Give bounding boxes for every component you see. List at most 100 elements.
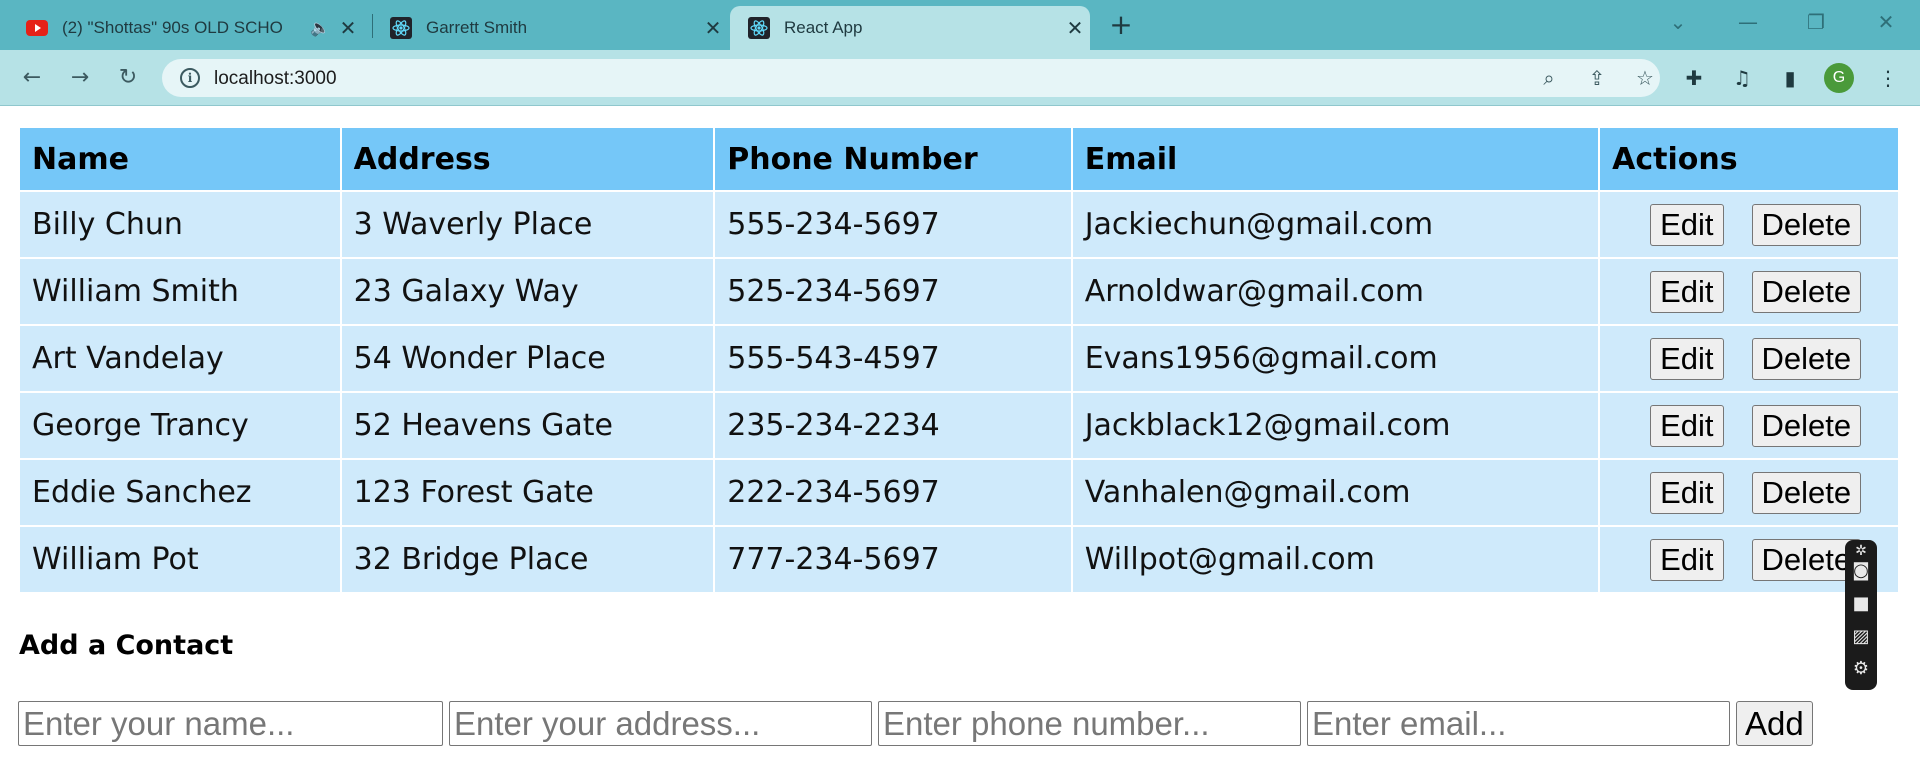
close-window-button[interactable]: ✕ (1858, 4, 1914, 40)
reload-icon[interactable]: ↻ (110, 60, 146, 96)
page-content: Name Address Phone Number Email Actions … (0, 107, 1920, 761)
table-header-row: Name Address Phone Number Email Actions (18, 126, 1900, 192)
table-row: Eddie Sanchez 123 Forest Gate 222-234-56… (18, 458, 1900, 527)
profile-avatar[interactable]: G (1824, 63, 1854, 93)
menu-icon[interactable]: ⋮ (1872, 62, 1904, 94)
header-actions: Actions (1598, 126, 1900, 192)
cell-email: Arnoldwar@gmail.com (1070, 257, 1601, 326)
side-panel-icon[interactable]: ▮ (1774, 62, 1806, 94)
tab-title: Garrett Smith (426, 18, 528, 37)
close-tab-icon[interactable]: ✕ (698, 16, 728, 41)
cell-email: Evans1956@gmail.com (1070, 324, 1601, 393)
cell-phone: 235-234-2234 (713, 391, 1073, 460)
cell-actions: Edit Delete (1598, 458, 1900, 527)
cell-address: 23 Galaxy Way (339, 257, 716, 326)
delete-button[interactable]: Delete (1751, 404, 1862, 447)
speaker-icon[interactable]: 🔈 (307, 18, 333, 38)
add-contact-heading: Add a Contact (19, 630, 234, 661)
tab-title: (2) "Shottas" 90s OLD SCHO (62, 18, 283, 37)
camera-icon[interactable]: ◙ (1845, 560, 1877, 582)
table-row: Art Vandelay 54 Wonder Place 555-543-459… (18, 324, 1900, 393)
cell-name: Billy Chun (18, 190, 342, 259)
close-tab-icon[interactable]: ✕ (333, 16, 363, 41)
capture-widget: ✲ ◙ ■ ▨ ⚙ (1845, 540, 1877, 690)
cell-address: 54 Wonder Place (339, 324, 716, 393)
header-address: Address (339, 126, 716, 192)
cell-actions: Edit Delete (1598, 257, 1900, 326)
table-row: Billy Chun 3 Waverly Place 555-234-5697 … (18, 190, 1900, 259)
header-name: Name (18, 126, 342, 192)
settings-gear-icon[interactable]: ✲ (1845, 540, 1877, 562)
cell-address: 32 Bridge Place (339, 525, 716, 594)
tab-react-app[interactable]: React App ✕ (730, 6, 1090, 50)
header-email: Email (1070, 126, 1601, 192)
add-contact-form: Add (18, 701, 1813, 746)
cell-phone: 525-234-5697 (713, 257, 1073, 326)
zoom-icon[interactable]: ⌕ (1534, 63, 1564, 93)
cell-actions: Edit Delete (1598, 190, 1900, 259)
cell-email: Vanhalen@gmail.com (1070, 458, 1601, 527)
cell-actions: Edit Delete (1598, 324, 1900, 393)
phone-input[interactable] (878, 701, 1301, 746)
cell-phone: 555-234-5697 (713, 190, 1073, 259)
media-control-icon[interactable]: ♫ (1726, 62, 1758, 94)
react-icon (390, 17, 412, 39)
edit-button[interactable]: Edit (1650, 404, 1724, 447)
cell-address: 123 Forest Gate (339, 458, 716, 527)
table-row: William Pot 32 Bridge Place 777-234-5697… (18, 525, 1900, 594)
delete-button[interactable]: Delete (1751, 471, 1862, 514)
new-tab-button[interactable]: + (1106, 8, 1136, 42)
table-row: William Smith 23 Galaxy Way 525-234-5697… (18, 257, 1900, 326)
restore-button[interactable]: ❐ (1788, 4, 1844, 40)
tab-garrett-smith[interactable]: Garrett Smith ✕ (372, 6, 728, 50)
cell-phone: 777-234-5697 (713, 525, 1073, 594)
contacts-table: Name Address Phone Number Email Actions … (18, 126, 1900, 594)
share-icon[interactable]: ⇪ (1582, 63, 1612, 93)
cell-name: Art Vandelay (18, 324, 342, 393)
table-row: George Trancy 52 Heavens Gate 235-234-22… (18, 391, 1900, 460)
gear-icon[interactable]: ⚙ (1845, 658, 1877, 680)
address-bar[interactable]: i localhost:3000 ⌕ ⇪ ☆ (162, 59, 1660, 97)
edit-button[interactable]: Edit (1650, 270, 1724, 313)
cell-phone: 555-543-4597 (713, 324, 1073, 393)
header-phone: Phone Number (713, 126, 1073, 192)
cell-email: Jackblack12@gmail.com (1070, 391, 1601, 460)
minimize-button[interactable]: — (1720, 4, 1776, 40)
edit-button[interactable]: Edit (1650, 337, 1724, 380)
email-input[interactable] (1307, 701, 1730, 746)
url-text[interactable]: localhost:3000 (214, 68, 337, 90)
cell-name: George Trancy (18, 391, 342, 460)
browser-toolbar: ← → ↻ i localhost:3000 ⌕ ⇪ ☆ ✚ ♫ ▮ ⋮ (0, 50, 1920, 106)
cell-email: Willpot@gmail.com (1070, 525, 1601, 594)
react-icon (748, 17, 770, 39)
tab-youtube[interactable]: (2) "Shottas" 90s OLD SCHO 🔈 ✕ (8, 6, 368, 50)
site-info-icon[interactable]: i (180, 68, 200, 88)
cell-address: 52 Heavens Gate (339, 391, 716, 460)
cell-email: Jackiechun@gmail.com (1070, 190, 1601, 259)
cell-name: Eddie Sanchez (18, 458, 342, 527)
bookmark-star-icon[interactable]: ☆ (1630, 63, 1660, 93)
cell-actions: Edit Delete (1598, 391, 1900, 460)
cell-name: William Smith (18, 257, 342, 326)
edit-button[interactable]: Edit (1650, 471, 1724, 514)
image-gallery-icon[interactable]: ▨ (1845, 626, 1877, 648)
browser-tab-bar: (2) "Shottas" 90s OLD SCHO 🔈 ✕ Garrett S… (0, 0, 1920, 50)
close-tab-icon[interactable]: ✕ (1060, 16, 1090, 41)
tab-title: React App (784, 18, 863, 37)
edit-button[interactable]: Edit (1650, 538, 1724, 581)
edit-button[interactable]: Edit (1650, 203, 1724, 246)
name-input[interactable] (18, 701, 443, 746)
cell-phone: 222-234-5697 (713, 458, 1073, 527)
video-camera-icon[interactable]: ■ (1845, 593, 1877, 615)
back-icon[interactable]: ← (14, 60, 50, 96)
forward-icon[interactable]: → (62, 60, 98, 96)
delete-button[interactable]: Delete (1751, 337, 1862, 380)
address-input[interactable] (449, 701, 872, 746)
youtube-icon (26, 17, 48, 39)
cell-address: 3 Waverly Place (339, 190, 716, 259)
delete-button[interactable]: Delete (1751, 203, 1862, 246)
tab-search-icon[interactable]: ⌄ (1650, 4, 1706, 40)
delete-button[interactable]: Delete (1751, 270, 1862, 313)
add-button[interactable]: Add (1736, 701, 1813, 746)
extensions-icon[interactable]: ✚ (1678, 62, 1710, 94)
